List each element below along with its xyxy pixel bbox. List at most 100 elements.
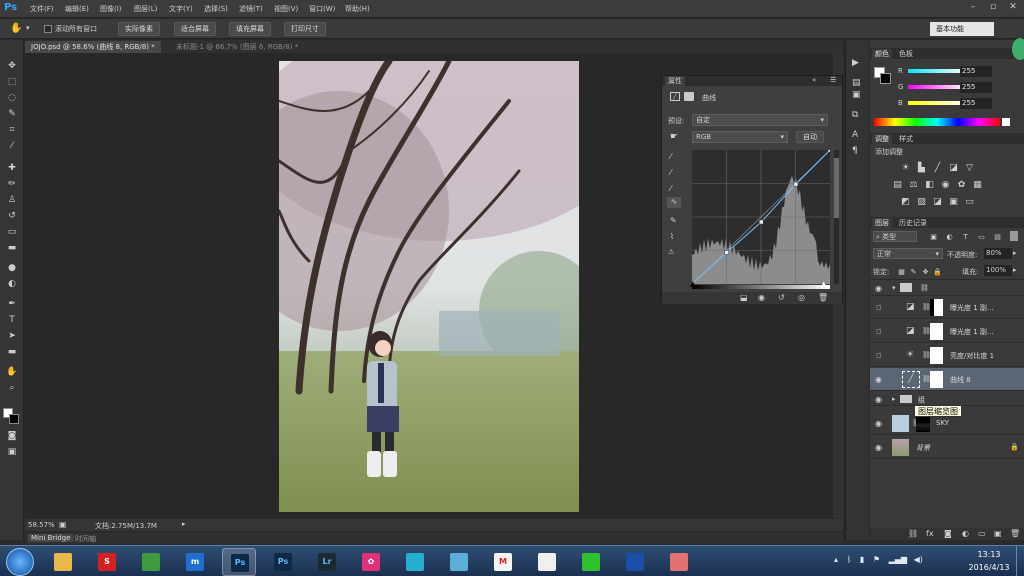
collapse-icon[interactable]: « <box>812 76 816 84</box>
menu-window[interactable]: 窗口(W) <box>309 4 335 14</box>
quick-mask-icon[interactable]: ◙ <box>5 430 19 442</box>
visibility-off-icon[interactable]: ▢ <box>876 303 886 312</box>
threshold-icon[interactable]: ◪ <box>932 197 943 207</box>
taskbar-file-explorer[interactable] <box>46 548 80 576</box>
mask-icon[interactable] <box>684 92 694 101</box>
taskbar-app-color-grid[interactable] <box>398 548 432 576</box>
scroll-all-windows-checkbox[interactable] <box>44 25 52 33</box>
layer-mask-thumbnail[interactable] <box>930 299 943 316</box>
spectrum-white-swatch[interactable] <box>1002 118 1010 126</box>
menu-file[interactable]: 文件(F) <box>30 4 54 14</box>
visibility-eye-icon[interactable]: ◉ <box>875 443 885 452</box>
layer-name[interactable]: 亮度/对比度 1 <box>950 351 994 361</box>
layer-row-group[interactable]: ◉ ▸ 组 <box>870 392 1024 406</box>
layer-row-exposure-copy-2[interactable]: ▢ ◪ ⛓ 曝光度 1 副... <box>870 320 1024 343</box>
floating-badge-icon[interactable] <box>1012 38 1024 60</box>
layer-row-background[interactable]: ◉ 背景 🔒 <box>870 436 1024 459</box>
filter-type-icon[interactable]: T <box>960 232 971 242</box>
visibility-eye-icon[interactable]: ◉ <box>875 395 885 404</box>
menu-select[interactable]: 选择(S) <box>204 4 228 14</box>
tab-properties[interactable]: 属性 <box>665 76 685 86</box>
close-icon[interactable]: ✕ <box>1006 2 1020 15</box>
show-desktop-button[interactable] <box>1016 546 1024 576</box>
layer-name[interactable]: 组 <box>918 395 925 405</box>
screen-mode-icon[interactable]: ▣ <box>5 446 19 458</box>
background-color-swatch[interactable] <box>9 414 19 424</box>
sample-black-eyedropper-icon[interactable]: ⁄ <box>670 152 671 161</box>
tray-flag-icon[interactable]: ⚑ <box>873 555 880 564</box>
preset-select[interactable]: 自定 ▾ <box>692 114 828 126</box>
taskbar-wechat[interactable] <box>574 548 608 576</box>
edit-curve-points-icon[interactable]: ∿ <box>667 197 681 208</box>
taskbar-lightroom[interactable]: Lr <box>310 548 344 576</box>
maximize-icon[interactable]: ▫ <box>986 2 1000 15</box>
reset-icon[interactable]: ↺ <box>778 293 785 302</box>
tool-preset-chevron-icon[interactable]: ▾ <box>26 24 30 32</box>
layer-thumbnail[interactable] <box>892 415 909 432</box>
taskbar-app-red-ghost[interactable] <box>662 548 696 576</box>
layer-row-exposure-copy-1[interactable]: ▢ ◪ ⛓ 曝光度 1 副... <box>870 296 1024 319</box>
levels-icon[interactable]: ▙ <box>916 163 927 173</box>
selective-color-icon[interactable]: ▣ <box>948 197 959 207</box>
zoom-level[interactable]: 58.57% <box>28 521 55 529</box>
taskbar-app-blue-circle[interactable] <box>618 548 652 576</box>
channel-select[interactable]: RGB ▾ <box>692 131 788 143</box>
layer-style-icon[interactable]: fx <box>926 529 934 538</box>
visibility-off-icon[interactable]: ▢ <box>876 351 886 360</box>
curves-icon[interactable]: ╱ <box>932 163 943 173</box>
channel-r-slider[interactable] <box>908 69 966 73</box>
curves-adjustment-icon[interactable]: ╱ <box>902 371 920 388</box>
color-background-swatch[interactable] <box>880 73 891 84</box>
delete-icon[interactable]: 🗑 <box>818 293 828 302</box>
minimize-icon[interactable]: – <box>966 2 980 15</box>
layer-mask-thumbnail[interactable] <box>930 323 943 340</box>
lock-pixels-icon[interactable]: ✎ <box>908 267 919 277</box>
menu-image[interactable]: 图像(I) <box>100 4 122 14</box>
layer-row-group-open[interactable]: ◉ ▾ ⛓ <box>870 280 1024 296</box>
shape-tool-icon[interactable]: ▬ <box>5 346 19 358</box>
status-arrow-icon[interactable]: ▸ <box>182 520 186 528</box>
fit-screen-button[interactable]: 适合屏幕 <box>174 22 216 36</box>
tray-chevron-icon[interactable]: ▴ <box>834 555 838 564</box>
crop-tool-icon[interactable]: ⌗ <box>5 124 19 136</box>
taskbar-photoshop-1[interactable]: Ps <box>222 548 256 576</box>
menu-type[interactable]: 文字(Y) <box>169 4 193 14</box>
opacity-value[interactable]: 80% <box>984 248 1012 259</box>
layer-row-curves-8[interactable]: ◉ ╱ ⛓ 曲线 8 <box>870 368 1024 391</box>
hue-saturation-icon[interactable]: ▤ <box>892 180 903 190</box>
channel-r-value[interactable]: 255 <box>960 66 992 77</box>
filter-adjust-icon[interactable]: ◐ <box>944 232 955 242</box>
taskbar-app-window[interactable] <box>442 548 476 576</box>
channel-b-slider[interactable] <box>908 101 966 105</box>
tab-layers[interactable]: 图层 <box>872 218 892 228</box>
healing-tool-icon[interactable]: ✚ <box>5 162 19 174</box>
layer-name[interactable]: 曝光度 1 副... <box>950 303 994 313</box>
lock-position-icon[interactable]: ✥ <box>920 267 931 277</box>
sample-white-eyedropper-icon[interactable]: ⁄ <box>670 184 671 193</box>
tab-mini-bridge[interactable]: Mini Bridge <box>28 534 74 542</box>
filter-smart-icon[interactable]: ▤ <box>992 232 1003 242</box>
tab-adjustments[interactable]: 调整 <box>872 134 892 144</box>
link-layers-icon[interactable]: ⛓ <box>908 529 918 538</box>
fill-value[interactable]: 100% <box>984 265 1012 276</box>
vibrance-icon[interactable]: ▽ <box>964 163 975 173</box>
tab-color[interactable]: 颜色 <box>872 49 892 59</box>
brush-tool-icon[interactable]: ✏ <box>5 178 19 190</box>
black-white-icon[interactable]: ◧ <box>924 180 935 190</box>
new-group-icon[interactable]: ▭ <box>978 529 986 538</box>
curves-graph[interactable] <box>692 150 830 284</box>
doc-tab-untitled[interactable]: 未标题-1 @ 66.7% (图层 6, RGB/8) * <box>170 41 304 53</box>
menu-edit[interactable]: 编辑(E) <box>65 4 89 14</box>
taskbar-app-m-red[interactable]: M <box>486 548 520 576</box>
tray-app-icon[interactable]: ▮ <box>860 555 864 564</box>
layer-name[interactable]: 曲线 8 <box>950 375 971 385</box>
clipping-warning-icon[interactable]: ⚠ <box>668 248 674 256</box>
delete-layer-icon[interactable]: 🗑 <box>1010 529 1020 538</box>
pen-tool-icon[interactable]: ✒ <box>5 298 19 310</box>
curve-point-3[interactable] <box>793 181 799 187</box>
print-size-button[interactable]: 打印尺寸 <box>284 22 326 36</box>
history-brush-tool-icon[interactable]: ↺ <box>5 210 19 222</box>
visibility-eye-icon[interactable]: ◉ <box>875 419 885 428</box>
gradient-map-icon[interactable]: ▭ <box>964 197 975 207</box>
brightness-contrast-icon[interactable]: ☀ <box>900 163 911 173</box>
